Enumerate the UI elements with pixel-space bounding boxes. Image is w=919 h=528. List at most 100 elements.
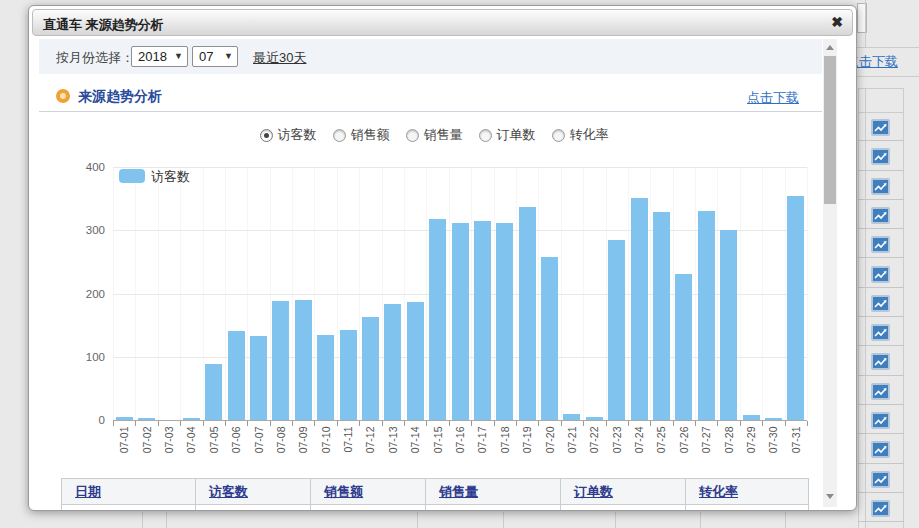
x-axis-tick <box>180 421 181 426</box>
dialog-scrollbar[interactable] <box>823 39 837 507</box>
x-axis-label: 07-28 <box>723 427 734 465</box>
x-axis-label: 07-25 <box>656 427 667 465</box>
x-axis-tick <box>785 421 786 426</box>
scroll-thumb[interactable] <box>824 56 836 204</box>
bg-bottom-border <box>503 512 504 528</box>
grid-line-h <box>113 167 807 168</box>
x-axis-label: 07-11 <box>343 427 354 465</box>
x-axis-tick <box>673 421 674 426</box>
x-axis-tick <box>359 421 360 426</box>
trend-analysis-dialog: 直通车 来源趋势分析 ✖ 按月份选择： 2018 ▼ 07 ▼ 最近30天 来源… <box>28 5 857 511</box>
trend-chart-icon[interactable] <box>871 295 890 312</box>
x-axis-label: 07-22 <box>589 427 600 465</box>
trend-chart-icon[interactable] <box>871 500 890 517</box>
x-axis-tick <box>382 421 383 426</box>
bg-table-row <box>858 522 904 528</box>
x-axis-tick <box>606 421 607 426</box>
x-axis-tick <box>538 421 539 426</box>
x-axis-label: 07-27 <box>701 427 712 465</box>
bar-07-01 <box>116 417 133 420</box>
table-cell <box>426 505 561 511</box>
bar-07-26 <box>675 274 692 420</box>
x-axis-tick <box>404 421 405 426</box>
bar-07-08 <box>272 301 289 420</box>
bar-07-24 <box>631 198 648 420</box>
bg-bottom-border <box>417 512 418 528</box>
x-axis-tick <box>494 421 495 426</box>
grid-line-v <box>807 167 808 420</box>
x-axis-tick <box>471 421 472 426</box>
table-header-4[interactable]: 销售量 <box>426 478 561 505</box>
x-axis-label: 07-02 <box>141 427 152 465</box>
y-axis-label: 300 <box>57 224 105 236</box>
table-cell <box>686 505 809 511</box>
x-axis-label: 07-05 <box>208 427 219 465</box>
x-axis-label: 07-31 <box>790 427 801 465</box>
x-axis-tick <box>583 421 584 426</box>
bar-07-14 <box>407 302 424 420</box>
trend-chart-icon[interactable] <box>871 207 890 224</box>
table-cell <box>196 505 311 511</box>
bar-07-12 <box>362 317 379 420</box>
bar-07-11 <box>340 330 357 420</box>
bar-07-15 <box>429 219 446 420</box>
table-cell <box>561 505 686 511</box>
bar-07-10 <box>317 335 334 420</box>
bg-bottom-border <box>142 512 143 528</box>
y-axis-label: 400 <box>57 161 105 173</box>
trend-chart-icon[interactable] <box>871 148 890 165</box>
x-axis-line <box>113 420 807 421</box>
x-axis-label: 07-21 <box>566 427 577 465</box>
table-header-1[interactable]: 日期 <box>61 478 196 505</box>
x-axis-label: 07-12 <box>365 427 376 465</box>
table-header-5[interactable]: 订单数 <box>561 478 686 505</box>
bg-vline-top <box>865 0 866 47</box>
x-axis-tick <box>740 421 741 426</box>
bar-07-23 <box>608 240 625 420</box>
x-axis-tick <box>314 421 315 426</box>
trend-chart-icon[interactable] <box>871 353 890 370</box>
trend-chart-icon[interactable] <box>871 324 890 341</box>
x-axis-label: 07-08 <box>275 427 286 465</box>
x-axis-label: 07-26 <box>678 427 689 465</box>
trend-chart-icon[interactable] <box>871 471 890 488</box>
bar-07-28 <box>720 230 737 420</box>
x-axis-label: 07-23 <box>611 427 622 465</box>
trend-chart-icon[interactable] <box>871 441 890 458</box>
x-axis-label: 07-20 <box>544 427 555 465</box>
trend-chart-icon[interactable] <box>871 412 890 429</box>
trend-chart-icon[interactable] <box>871 178 890 195</box>
trend-chart-icon[interactable] <box>871 236 890 253</box>
table-header-6[interactable]: 转化率 <box>686 478 809 505</box>
x-axis-tick <box>247 421 248 426</box>
table-header-2[interactable]: 访客数 <box>196 478 311 505</box>
trend-chart-icon[interactable] <box>871 266 890 283</box>
trend-chart-icon[interactable] <box>871 119 890 136</box>
bar-07-17 <box>474 221 491 420</box>
x-axis-label: 07-06 <box>231 427 242 465</box>
bar-07-20 <box>541 257 558 420</box>
x-axis-label: 07-13 <box>387 427 398 465</box>
legend-label: 访客数 <box>151 168 190 186</box>
y-axis-label: 100 <box>57 351 105 363</box>
bg-bottom-border <box>615 512 616 528</box>
x-axis-label: 07-10 <box>320 427 331 465</box>
x-axis-label: 07-19 <box>522 427 533 465</box>
bg-table-border <box>858 88 904 89</box>
x-axis-label: 07-03 <box>163 427 174 465</box>
scroll-down-arrow[interactable] <box>826 494 834 499</box>
x-axis-tick <box>628 421 629 426</box>
x-axis-tick <box>516 421 517 426</box>
bar-07-22 <box>586 417 603 420</box>
x-axis-label: 07-07 <box>253 427 264 465</box>
trend-chart-icon[interactable] <box>871 383 890 400</box>
table-header-3[interactable]: 销售额 <box>311 478 426 505</box>
bar-07-02 <box>138 418 155 420</box>
x-axis-tick <box>113 421 114 426</box>
x-axis-tick <box>561 421 562 426</box>
bar-chart: 010020030040007-0107-0207-0307-0407-0507… <box>29 6 856 510</box>
scroll-up-arrow[interactable] <box>826 45 834 50</box>
x-axis-label: 07-30 <box>768 427 779 465</box>
x-axis-tick <box>762 421 763 426</box>
x-axis-tick <box>650 421 651 426</box>
